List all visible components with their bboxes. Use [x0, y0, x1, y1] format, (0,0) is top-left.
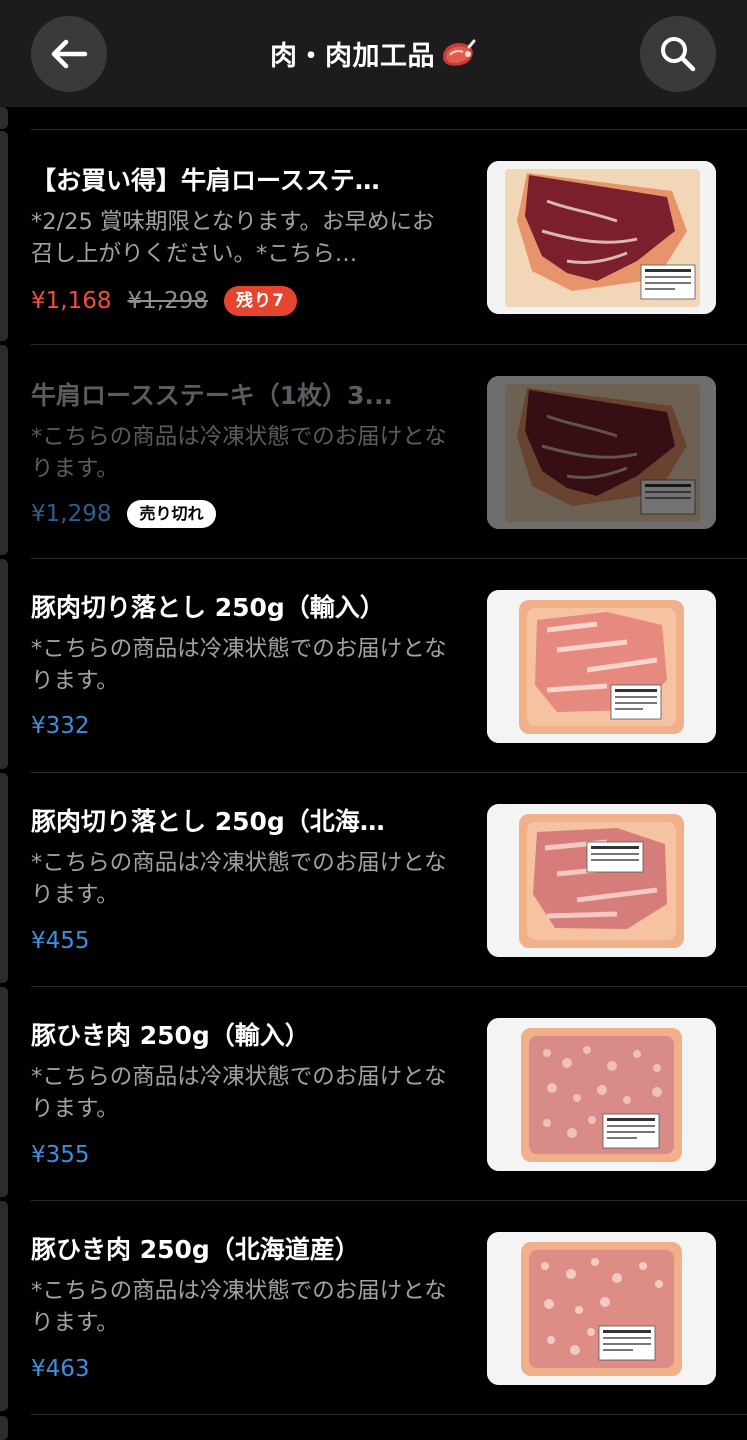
product-name: 牛肩ロースステーキ（1枚）3... — [31, 381, 394, 410]
price-row: ¥463 — [31, 1352, 90, 1386]
product-item[interactable]: 豚肉切り落とし 250g（北海… *こちらの商品は冷凍状態でのお届けとなります。… — [0, 773, 747, 987]
product-description: *こちらの商品は冷凍状態でのお届けとなります。 — [31, 1064, 447, 1122]
product-item[interactable]: 【お買い得】牛肩ロースステ… *2/25 賞味期限となります。お早めにお召し上が… — [0, 130, 747, 344]
stack-edge-indicator — [0, 107, 8, 129]
price-row: ¥455 — [31, 924, 90, 958]
search-icon — [661, 37, 696, 72]
page-title-group: 肉・肉加工品 — [0, 30, 747, 76]
sale-price: ¥1,168 — [31, 288, 112, 314]
price-row: ¥1,168 ¥1,298 残り7 — [31, 284, 297, 318]
product-item[interactable]: 豚ひき肉 250g（輸入） *こちらの商品は冷凍状態でのお届けとなります。 ¥3… — [0, 987, 747, 1201]
product-image-pork-slices — [487, 804, 716, 957]
product-item[interactable]: 牛肩ロースステーキ（1枚）3... *こちらの商品は冷凍状態でのお届けとなります… — [0, 345, 747, 559]
list-divider — [31, 1414, 747, 1415]
product-description: *こちらの商品は冷凍状態でのお届けとなります。 — [31, 424, 447, 482]
product-item[interactable]: 豚肉切り落とし 250g（輸入） *こちらの商品は冷凍状態でのお届けとなります。… — [0, 559, 747, 773]
product-name: 豚ひき肉 250g（輸入） — [31, 1021, 310, 1050]
stock-remaining-badge: 残り7 — [223, 286, 297, 316]
search-button[interactable] — [640, 16, 716, 92]
product-description: *こちらの商品は冷凍状態でのお届けとなります。 — [31, 1278, 447, 1336]
product-price: ¥355 — [31, 1142, 90, 1168]
price-row: ¥355 — [31, 1138, 90, 1172]
product-description: *こちらの商品は冷凍状態でのお届けとなります。 — [31, 850, 447, 908]
product-image-beef-steak — [487, 161, 716, 314]
nav-header: 肉・肉加工品 — [0, 0, 747, 107]
product-image-beef-steak — [487, 376, 716, 529]
original-price: ¥1,298 — [127, 288, 208, 314]
page-title: 肉・肉加工品 — [270, 40, 435, 72]
product-price: ¥455 — [31, 928, 90, 954]
product-description: *こちらの商品は冷凍状態でのお届けとなります。 — [31, 636, 447, 694]
product-price: ¥332 — [31, 713, 90, 739]
steak-icon — [443, 39, 476, 66]
product-name: 豚ひき肉 250g（北海道産） — [31, 1235, 360, 1264]
stack-edge-indicator — [0, 1416, 8, 1440]
price-row: ¥332 — [31, 709, 90, 743]
product-price: ¥1,298 — [31, 501, 112, 527]
product-description: *2/25 賞味期限となります。お早めにお召し上がりください。*こちら… — [31, 209, 435, 267]
product-name: 【お買い得】牛肩ロースステ… — [31, 166, 380, 195]
product-price: ¥463 — [31, 1356, 90, 1382]
price-row: ¥1,298 売り切れ — [31, 497, 216, 531]
sold-out-badge: 売り切れ — [127, 500, 216, 528]
product-image-ground-pork — [487, 1018, 716, 1171]
product-name: 豚肉切り落とし 250g（北海… — [31, 807, 385, 836]
product-image-ground-pork — [487, 1232, 716, 1385]
product-item[interactable]: 豚ひき肉 250g（北海道産） *こちらの商品は冷凍状態でのお届けとなります。 … — [0, 1201, 747, 1415]
product-name: 豚肉切り落とし 250g（輸入） — [31, 593, 385, 622]
product-image-pork-slices — [487, 590, 716, 743]
